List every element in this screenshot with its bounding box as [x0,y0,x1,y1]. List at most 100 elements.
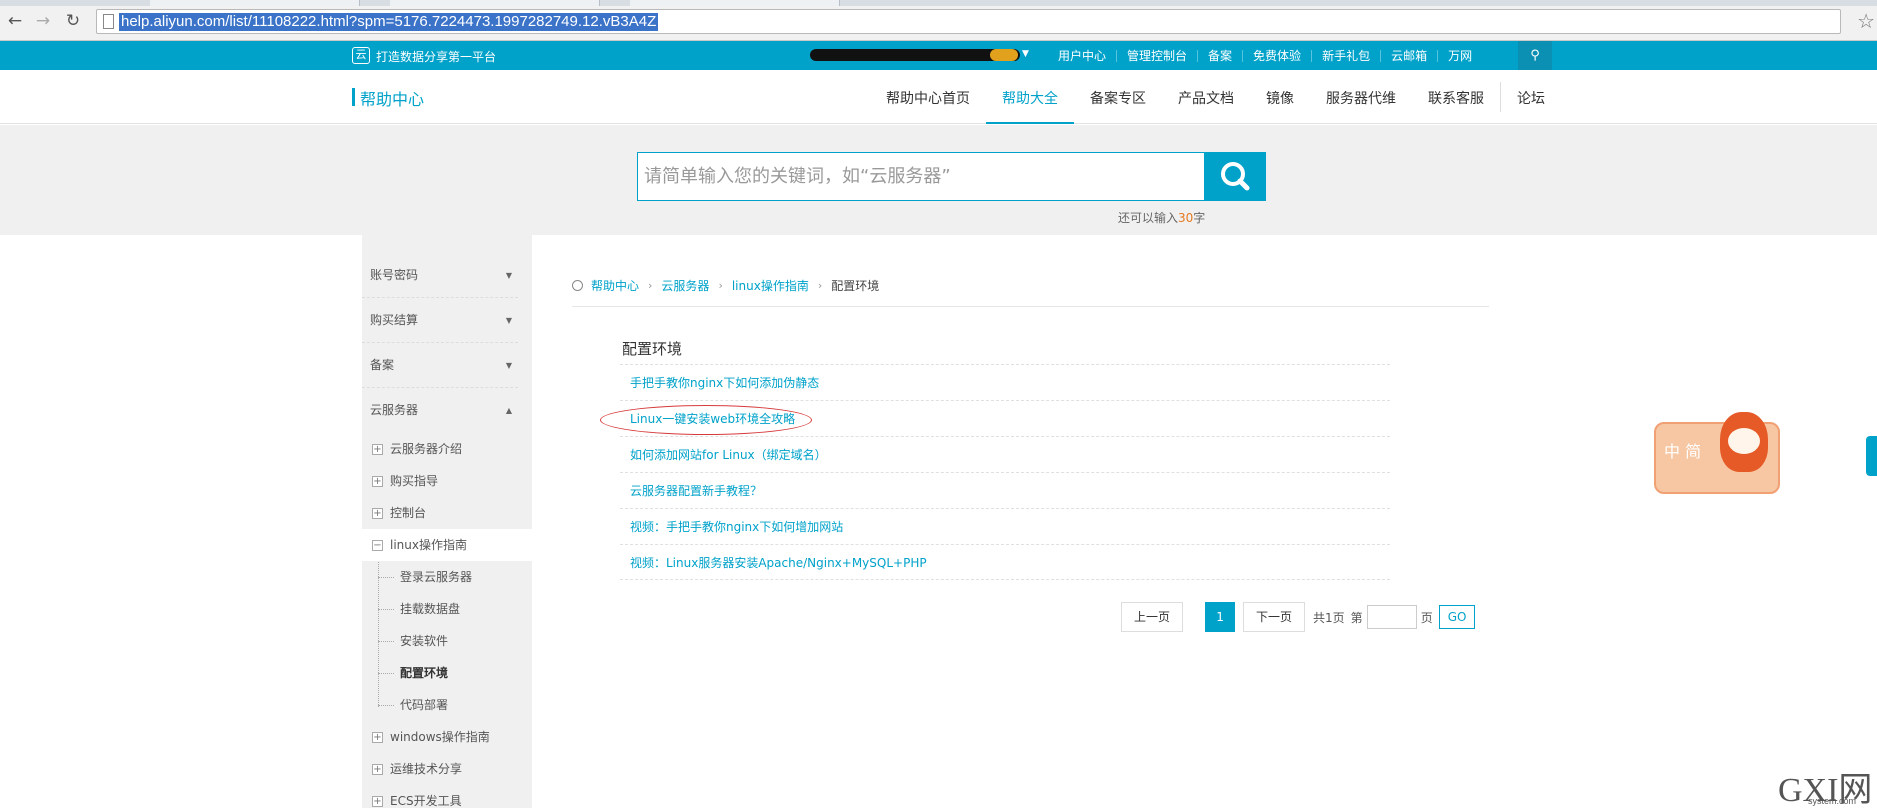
redacted-username[interactable] [810,49,1020,61]
topbar-link-gift[interactable]: 新手礼包 [1311,49,1380,62]
nav-home[interactable]: 帮助中心首页 [870,70,986,124]
sidebar-sub-purchase[interactable]: + 购买指导 [362,465,532,497]
expand-icon[interactable]: + [372,508,383,519]
nav-server-ops[interactable]: 服务器代维 [1310,70,1412,124]
tree-dash [378,705,394,706]
goto-suffix: 页 [1420,610,1433,625]
hint-prefix: 还可以输入 [1118,211,1179,225]
chevron-down-icon: ▼ [505,271,512,280]
nav-contact[interactable]: 联系客服 [1412,70,1500,124]
expand-icon[interactable]: + [372,444,383,455]
search-button[interactable] [1205,152,1266,201]
site-topbar: 云 打造数据分享第一平台 ▼ 用户中心 管理控制台 备案 免费体验 新手礼包 云… [0,41,1877,70]
red-annotation-circle [600,405,812,435]
sub-label: 购买指导 [390,474,439,488]
sidebar-sub-console[interactable]: + 控制台 [362,497,532,529]
topbar-link-beian[interactable]: 备案 [1197,49,1242,62]
topbar-link-wanwang[interactable]: 万网 [1437,49,1482,62]
sidebar-sub-linux[interactable]: − linux操作指南 [362,529,532,561]
goto-page-input[interactable] [1366,605,1417,629]
category-label: 账号密码 [370,268,419,282]
expand-icon[interactable]: + [372,476,383,487]
sidebar-leaf-config-env[interactable]: 配置环境 [362,657,532,689]
tree-dash [378,641,394,642]
chevron-down-icon[interactable]: ▼ [1022,49,1029,59]
topbar-link-console[interactable]: 管理控制台 [1116,49,1197,62]
browser-tab[interactable] [630,0,840,6]
page-icon [103,14,114,29]
fox-face [1728,428,1760,454]
next-page-button[interactable]: 下一页 [1243,602,1306,632]
sidebar-leaf-mount-disk[interactable]: 挂载数据盘 [362,593,532,625]
article-link[interactable]: 手把手教你nginx下如何添加伪静态 [620,364,1390,400]
address-bar[interactable]: help.aliyun.com/list/11108222.html?spm=5… [96,9,1841,34]
sidebar-category-beian[interactable]: 备案 ▼ [362,343,518,388]
expand-icon[interactable]: + [372,764,383,775]
topbar-link-mail[interactable]: 云邮箱 [1380,49,1437,62]
nav-beian[interactable]: 备案专区 [1074,70,1162,124]
page-number-current[interactable]: 1 [1205,602,1236,632]
leaf-label: 代码部署 [400,698,449,712]
browser-tab[interactable] [390,0,600,6]
reload-icon[interactable]: ↻ [62,11,84,31]
bookmark-star-icon[interactable]: ☆ [1857,9,1875,33]
leaf-label: 安装软件 [400,634,449,648]
forward-icon[interactable]: → [32,11,54,31]
address-bar-url[interactable]: help.aliyun.com/list/11108222.html?spm=5… [119,13,659,31]
sidebar-sub-ops[interactable]: + 运维技术分享 [362,753,532,785]
goto-prefix: 第 [1350,610,1363,625]
chevron-right-icon: › [817,279,823,292]
search-input[interactable]: 请简单输入您的关键词，如“云服务器” [637,152,1205,201]
article-link-circled[interactable]: Linux一键安装web环境全攻略 [600,400,1390,436]
topbar-search-icon[interactable]: ⚲ [1518,41,1552,70]
category-label: 云服务器 [370,403,419,417]
breadcrumb-linux[interactable]: linux操作指南 [732,277,809,294]
browser-tab[interactable] [150,0,360,6]
expand-icon[interactable]: + [372,732,383,743]
collapse-icon[interactable]: − [372,540,383,551]
tree-dash [378,609,394,610]
article-link[interactable]: 如何添加网站for Linux（绑定域名） [620,436,1390,472]
main-nav: 帮助中心首页 帮助大全 备案专区 产品文档 镜像 服务器代维 联系客服 论坛 [870,70,1561,124]
breadcrumb-ecs[interactable]: 云服务器 [661,277,709,294]
sidebar-category-billing[interactable]: 购买结算 ▼ [362,298,518,343]
sidebar-category-account[interactable]: 账号密码 ▼ [362,253,518,298]
nav-images[interactable]: 镜像 [1250,70,1310,124]
topbar-link-free-trial[interactable]: 免费体验 [1242,49,1311,62]
sidebar-sub-ecs-tools[interactable]: + ECS开发工具 [362,785,532,808]
article-link[interactable]: 云服务器配置新手教程？ [620,472,1390,508]
breadcrumb-divider [572,306,1489,307]
article-link[interactable]: 视频：Linux服务器安装Apache/Nginx+MySQL+PHP [620,544,1390,580]
article-link[interactable]: 视频：手把手教你nginx下如何增加网站 [620,508,1390,544]
sidebar-leaf-install[interactable]: 安装软件 [362,625,532,657]
sidebar-sub-windows[interactable]: + windows操作指南 [362,721,532,753]
hint-count: 30 [1178,211,1194,225]
sub-label: windows操作指南 [390,730,490,744]
chevron-right-icon: › [648,279,653,292]
sidebar-category-ecs[interactable]: 云服务器 ▲ [362,388,518,433]
sidebar-leaf-deploy[interactable]: 代码部署 [362,689,532,721]
total-pages: 共1页 [1313,610,1345,625]
breadcrumb: 帮助中心 › 云服务器 › linux操作指南 › 配置环境 [572,277,879,294]
sidebar-leaf-login[interactable]: 登录云服务器 [362,561,532,593]
prev-page-button[interactable]: 上一页 [1121,602,1184,632]
go-button[interactable]: GO [1438,605,1476,629]
nav-product-docs[interactable]: 产品文档 [1162,70,1250,124]
back-icon[interactable]: ← [4,11,26,31]
breadcrumb-help-center[interactable]: 帮助中心 [591,277,639,294]
category-label: 备案 [370,358,395,372]
article-list: 手把手教你nginx下如何添加伪静态 Linux一键安装web环境全攻略 如何添… [600,364,1390,580]
sidebar-sub-ecs-intro[interactable]: + 云服务器介绍 [362,433,532,465]
side-feedback-tab[interactable] [1866,436,1877,476]
site-header: 帮助中心 帮助中心首页 帮助大全 备案专区 产品文档 镜像 服务器代维 联系客服… [0,70,1877,124]
mascot-widget[interactable]: 中 简 [1654,412,1780,494]
expand-icon[interactable]: + [372,796,383,807]
chevron-up-icon: ▲ [505,406,512,415]
help-center-logo[interactable]: 帮助中心 [360,86,424,110]
chevron-down-icon: ▼ [505,316,512,325]
nav-forum[interactable]: 论坛 [1501,70,1561,124]
topbar-link-user-center[interactable]: 用户中心 [1048,50,1116,62]
sidebar: 账号密码 ▼ 购买结算 ▼ 备案 ▼ 云服务器 ▲ + 云服务器介绍 + 购买指导 + 控制台… [362,253,532,808]
nav-all-help[interactable]: 帮助大全 [986,70,1074,124]
pagination: 上一页 1 下一页 共1页 第 页 GO [1121,602,1476,632]
